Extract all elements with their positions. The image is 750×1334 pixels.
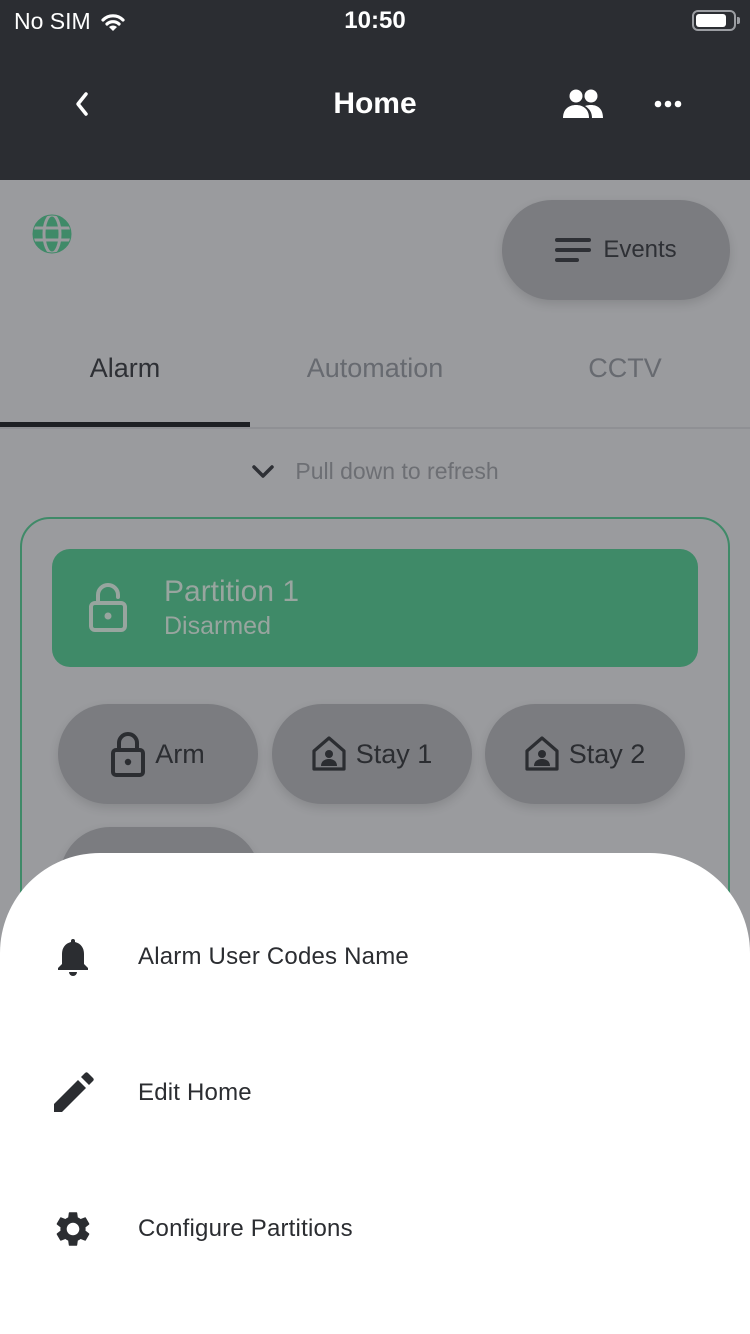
tabs-divider: [0, 427, 750, 429]
tab-automation[interactable]: Automation: [250, 330, 500, 428]
events-button[interactable]: Events: [502, 200, 730, 300]
partition-name: Partition 1: [164, 575, 300, 608]
arm-button[interactable]: Arm: [58, 704, 258, 804]
menu-item-label: Edit Home: [138, 1079, 252, 1106]
gear-icon: [56, 1212, 90, 1246]
people-icon: [563, 89, 603, 118]
chevron-down-icon: [252, 464, 275, 478]
more-horizontal-icon: [654, 100, 682, 108]
home-person-icon: [312, 736, 346, 771]
tab-alarm[interactable]: Alarm: [0, 330, 250, 428]
chevron-left-icon: [76, 92, 88, 116]
users-button[interactable]: [558, 84, 608, 124]
filter-list-icon: [555, 238, 592, 262]
partition-state: Disarmed: [164, 612, 271, 640]
menu-item-edit-home[interactable]: Edit Home: [0, 1043, 750, 1143]
menu-item-configure-partitions[interactable]: Configure Partitions: [0, 1179, 750, 1279]
partition-status[interactable]: Partition 1 Disarmed: [52, 549, 698, 667]
back-button[interactable]: [62, 84, 102, 124]
arm-label: Arm: [155, 738, 205, 769]
pull-to-refresh: Pull down to refresh: [0, 458, 750, 485]
menu-item-label: Configure Partitions: [138, 1215, 353, 1242]
stay1-button[interactable]: Stay 1: [272, 704, 472, 804]
stay1-label: Stay 1: [355, 738, 433, 769]
lock-icon: [111, 732, 146, 777]
battery-icon: [692, 10, 740, 31]
tab-cctv[interactable]: CCTV: [500, 330, 750, 428]
menu-item-alarm-user-codes[interactable]: Alarm User Codes Name: [0, 907, 750, 1007]
more-button[interactable]: [645, 84, 691, 124]
events-label: Events: [603, 236, 677, 263]
bottom-sheet: Alarm User Codes Name Edit Home Configur…: [0, 853, 750, 1334]
bell-icon: [58, 939, 88, 976]
top-bar: No SIM 10:50 Home: [0, 0, 750, 180]
status-bar: No SIM 10:50: [0, 0, 750, 40]
home-person-icon: [525, 736, 559, 771]
tab-bar: Alarm Automation CCTV: [0, 330, 750, 428]
clock: 10:50: [344, 7, 406, 34]
stay2-label: Stay 2: [568, 738, 646, 769]
menu-item-label: Alarm User Codes Name: [138, 943, 409, 970]
pencil-icon: [54, 1072, 94, 1112]
unlock-icon: [89, 583, 127, 632]
globe-icon[interactable]: [30, 212, 74, 256]
refresh-label: Pull down to refresh: [295, 458, 499, 484]
stay2-button[interactable]: Stay 2: [485, 704, 685, 804]
navigation-bar: Home: [0, 70, 750, 140]
page-title: Home: [333, 87, 417, 120]
